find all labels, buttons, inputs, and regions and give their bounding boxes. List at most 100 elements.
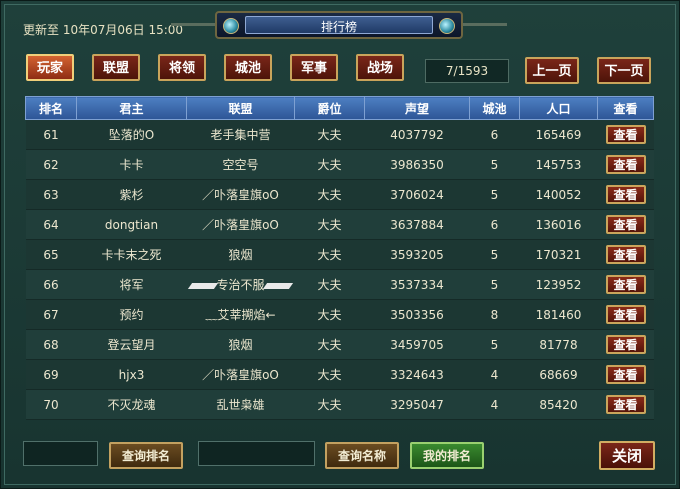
table-row: 70 不灭龙魂 乱世枭雄 大夫 3295047 4 85420 查看 <box>25 389 654 420</box>
alliance-cell: 乱世枭雄 <box>186 389 295 420</box>
tab-player[interactable]: 玩家 <box>26 54 74 81</box>
alliance-cell: ／卟落皇旗oO <box>186 209 295 240</box>
prestige-cell: 3706024 <box>364 179 470 210</box>
lord-cell: 登云望月 <box>76 329 187 360</box>
title-cell: 大夫 <box>294 299 365 330</box>
view-button[interactable]: 查看 <box>605 335 646 354</box>
lord-cell: 卡卡末之死 <box>76 239 187 270</box>
tab-alliance[interactable]: 联盟 <box>92 54 140 81</box>
tab-city[interactable]: 城池 <box>224 54 272 81</box>
population-cell: 81778 <box>519 329 598 360</box>
col-lord: 君主 <box>76 96 187 120</box>
tab-battlefield[interactable]: 战场 <box>356 54 404 81</box>
lord-cell: 将军 <box>76 269 187 300</box>
lord-cell: 紫杉 <box>76 179 187 210</box>
alliance-cell: ／卟落皇旗oO <box>186 359 295 390</box>
title-cell: 大夫 <box>294 179 365 210</box>
alliance-cell: ／卟落皇旗oO <box>186 179 295 210</box>
rank-cell: 64 <box>25 209 77 240</box>
population-cell: 123952 <box>519 269 598 300</box>
alliance-cell: 空空号 <box>186 149 295 180</box>
prestige-cell: 4037792 <box>364 119 470 150</box>
page-title: 排行榜 <box>320 20 357 34</box>
prev-page-button[interactable]: 上一页 <box>525 57 579 84</box>
view-cell: 查看 <box>597 239 654 270</box>
rank-cell: 69 <box>25 359 77 390</box>
title-bar: 排行榜 <box>215 11 463 39</box>
population-cell: 85420 <box>519 389 598 420</box>
title-cell: 大夫 <box>294 269 365 300</box>
title-cell: 大夫 <box>294 329 365 360</box>
col-prestige: 声望 <box>364 96 470 120</box>
query-rank-button[interactable]: 查询排名 <box>109 442 183 469</box>
update-time: 更新至 10年07月06日 15:00 <box>23 23 184 37</box>
view-cell: 查看 <box>597 359 654 390</box>
view-cell: 查看 <box>597 389 654 420</box>
view-cell: 查看 <box>597 149 654 180</box>
alliance-cell: ﹏艾莘搠焰← <box>186 299 295 330</box>
view-cell: 查看 <box>597 329 654 360</box>
view-button[interactable]: 查看 <box>605 305 646 324</box>
ranking-table: 排名 君主 联盟 爵位 声望 城池 人口 查看 61 坠落的O 老手集中营 大夫… <box>25 96 654 420</box>
prestige-cell: 3593205 <box>364 239 470 270</box>
population-cell: 68669 <box>519 359 598 390</box>
population-cell: 165469 <box>519 119 598 150</box>
view-button[interactable]: 查看 <box>605 185 646 204</box>
view-button[interactable]: 查看 <box>605 365 646 384</box>
prestige-cell: 3503356 <box>364 299 470 330</box>
title-cell: 大夫 <box>294 119 365 150</box>
population-cell: 140052 <box>519 179 598 210</box>
rank-cell: 68 <box>25 329 77 360</box>
alliance-cell: 专治不服 <box>186 269 295 300</box>
name-search-input[interactable] <box>198 441 315 466</box>
rank-cell: 62 <box>25 149 77 180</box>
alliance-decoration-icon <box>262 282 293 289</box>
cities-cell: 8 <box>469 299 520 330</box>
prestige-cell: 3459705 <box>364 329 470 360</box>
view-button[interactable]: 查看 <box>605 125 646 144</box>
view-button[interactable]: 查看 <box>605 245 646 264</box>
view-button[interactable]: 查看 <box>605 395 646 414</box>
my-rank-button[interactable]: 我的排名 <box>410 442 484 469</box>
cities-cell: 5 <box>469 329 520 360</box>
tab-military[interactable]: 军事 <box>290 54 338 81</box>
cities-cell: 5 <box>469 239 520 270</box>
cities-cell: 5 <box>469 179 520 210</box>
col-title: 爵位 <box>294 96 365 120</box>
cities-cell: 6 <box>469 119 520 150</box>
lord-cell: 预约 <box>76 299 187 330</box>
title-gem-icon <box>439 18 455 34</box>
table-row: 69 hjx3 ／卟落皇旗oO 大夫 3324643 4 68669 查看 <box>25 359 654 390</box>
rank-search-input[interactable] <box>23 441 98 466</box>
close-button[interactable]: 关闭 <box>599 441 655 470</box>
title-rail-left <box>171 23 215 26</box>
lord-cell: 卡卡 <box>76 149 187 180</box>
population-cell: 145753 <box>519 149 598 180</box>
col-rank: 排名 <box>25 96 77 120</box>
table-row: 66 将军 专治不服 大夫 3537334 5 123952 查看 <box>25 269 654 300</box>
lord-cell: 坠落的O <box>76 119 187 150</box>
table-row: 64 dongtian ／卟落皇旗oO 大夫 3637884 6 136016 … <box>25 209 654 240</box>
title-cell: 大夫 <box>294 149 365 180</box>
prestige-cell: 3637884 <box>364 209 470 240</box>
lord-cell: 不灭龙魂 <box>76 389 187 420</box>
lord-cell: hjx3 <box>76 359 187 390</box>
prestige-cell: 3537334 <box>364 269 470 300</box>
query-name-button[interactable]: 查询名称 <box>325 442 399 469</box>
view-cell: 查看 <box>597 269 654 300</box>
prestige-cell: 3324643 <box>364 359 470 390</box>
rank-cell: 65 <box>25 239 77 270</box>
title-cell: 大夫 <box>294 239 365 270</box>
next-page-button[interactable]: 下一页 <box>597 57 651 84</box>
col-population: 人口 <box>519 96 598 120</box>
population-cell: 181460 <box>519 299 598 330</box>
alliance-cell: 狼烟 <box>186 329 295 360</box>
page-indicator: 7/1593 <box>425 59 509 83</box>
cities-cell: 4 <box>469 389 520 420</box>
view-button[interactable]: 查看 <box>605 155 646 174</box>
view-button[interactable]: 查看 <box>605 215 646 234</box>
tab-general[interactable]: 将领 <box>158 54 206 81</box>
table-row: 61 坠落的O 老手集中营 大夫 4037792 6 165469 查看 <box>25 119 654 150</box>
alliance-cell: 狼烟 <box>186 239 295 270</box>
view-button[interactable]: 查看 <box>605 275 646 294</box>
